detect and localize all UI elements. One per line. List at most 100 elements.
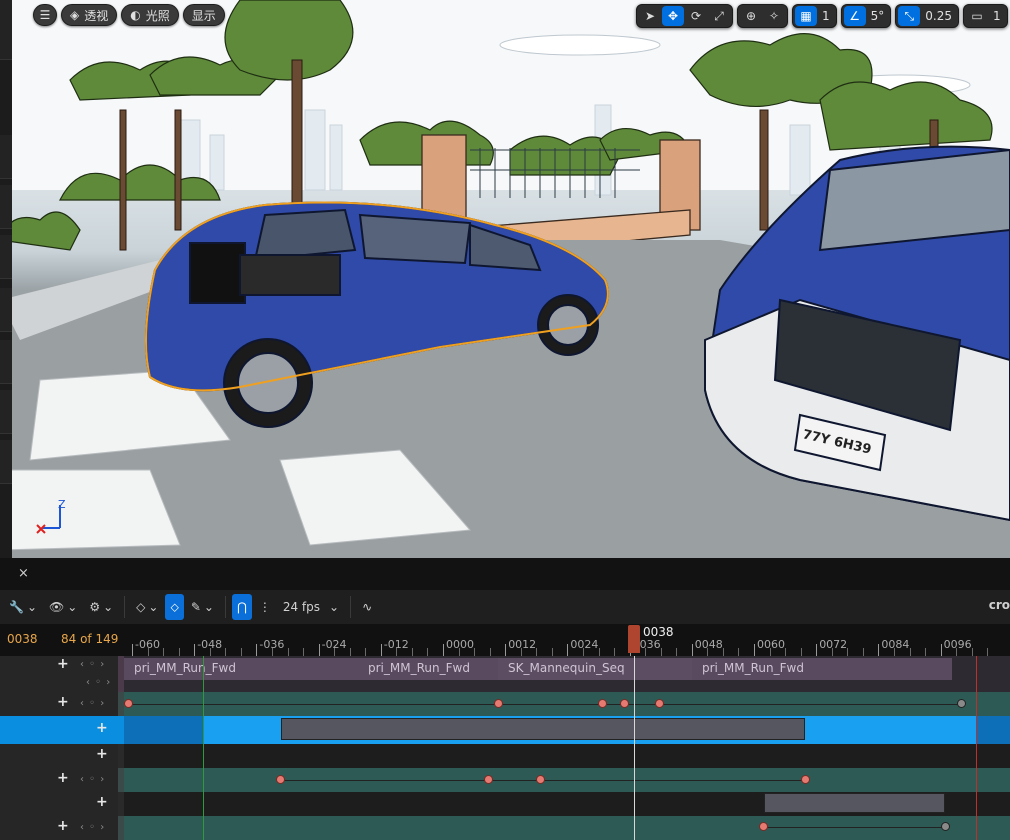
anim-section[interactable]: pri_MM_Run_Fwd (358, 658, 498, 680)
playback-options-button[interactable]: ⚙ ⌄ (84, 594, 118, 620)
keyframe[interactable] (484, 775, 493, 784)
scene-render[interactable]: 77Y 6H39 Z (0, 0, 1010, 558)
rotation-snap-button[interactable]: ∠ (843, 6, 866, 26)
keyframe[interactable] (620, 699, 629, 708)
ruler-minor-tick (551, 648, 553, 656)
key-nav-icon[interactable]: ‹ ◦ › (80, 822, 105, 833)
ruler-major-tick (132, 644, 133, 656)
keyframe[interactable] (941, 822, 950, 831)
select-tool-button[interactable]: ➤ (639, 6, 661, 26)
playback-start-marker[interactable] (203, 656, 204, 840)
crop-label: cro (988, 598, 1010, 612)
edit-mode-button[interactable]: ✎ ⌄ (186, 594, 219, 620)
add-key-icon[interactable]: + (96, 746, 108, 762)
level-viewport[interactable]: 77Y 6H39 Z ☰ ◈ 透视 ◐ 光照 显示 ➤ ✥ ⟳ ⤢ ⊕ ✧ ▦ … (0, 0, 1010, 558)
scale-icon: ⤢ (714, 8, 724, 23)
magnet-icon: ⋂ (236, 600, 247, 614)
camera-speed-value[interactable]: 1 (989, 9, 1005, 23)
ruler-minor-tick (956, 648, 958, 656)
scale-snap-button[interactable]: ⤡ (898, 6, 921, 26)
ruler-minor-tick (707, 648, 709, 656)
ruler-minor-tick (411, 648, 413, 656)
scale-snap-group: ⤡ 0.25 (895, 4, 959, 28)
key-nav-icon[interactable]: ‹ ◦ › (80, 659, 105, 670)
keyframe[interactable] (536, 775, 545, 784)
keyframe[interactable] (598, 699, 607, 708)
svg-text:Z: Z (58, 498, 66, 511)
keyframe[interactable] (655, 699, 664, 708)
keyframe[interactable] (276, 775, 285, 784)
grid-snap-value[interactable]: 1 (818, 9, 834, 23)
transform-track-row[interactable]: + ‹ ◦ › (0, 692, 1010, 716)
add-key-icon[interactable]: + (57, 694, 69, 710)
auto-key-button[interactable]: ⬦ (165, 594, 184, 620)
chevron-down-icon: ⌄ (329, 600, 340, 614)
rotation-snap-value[interactable]: 5° (867, 9, 889, 23)
add-key-icon[interactable]: + (96, 794, 108, 810)
translate-tool-button[interactable]: ✥ (662, 6, 684, 26)
ruler-minor-tick (536, 648, 538, 656)
pencil-icon: ✎ (190, 600, 201, 614)
fps-dropdown[interactable]: 24 fps ⌄ (278, 594, 344, 620)
track-section-bar[interactable] (281, 718, 805, 740)
show-button[interactable]: 显示 (182, 4, 225, 26)
key-nav-icon[interactable]: ‹ ◦ › (80, 774, 105, 785)
world-local-button[interactable]: ⊕ (740, 6, 762, 26)
keyframe[interactable] (124, 699, 133, 708)
key-options-button[interactable]: ◇ ⌄ (131, 594, 163, 620)
playback-end-marker[interactable] (976, 656, 977, 840)
snap-options-button[interactable]: ⋮ (254, 594, 276, 620)
diamond-icon: ◇ (136, 600, 146, 614)
selected-track-row[interactable]: + (0, 716, 1010, 744)
ruler-major-tick (567, 644, 569, 656)
current-frame-field[interactable]: 0038 (7, 632, 38, 646)
empty-track-row[interactable]: + (0, 744, 1010, 768)
track-section-bar[interactable] (764, 793, 945, 813)
rotation-snap-group: ∠ 5° (840, 4, 892, 28)
add-key-icon[interactable]: + (57, 818, 69, 834)
close-icon[interactable]: × (18, 566, 29, 581)
auto-key-icon: ⬦ (170, 599, 179, 614)
tools-menu-button[interactable]: 🔧 ⌄ (4, 594, 42, 620)
ruler-minor-tick (722, 648, 724, 656)
add-key-icon[interactable]: + (57, 770, 69, 786)
section-track-row[interactable]: + (0, 792, 1010, 816)
camera-speed-button[interactable]: ▭ (966, 6, 988, 26)
ruler-minor-tick (598, 648, 600, 656)
transform-track-row[interactable]: + ‹ ◦ › (0, 768, 1010, 792)
scale-tool-button[interactable]: ⤢ (708, 6, 730, 26)
add-key-icon[interactable]: + (96, 720, 108, 736)
ruler-minor-tick (645, 648, 647, 656)
rotate-tool-button[interactable]: ⟳ (685, 6, 707, 26)
animation-track-row[interactable]: + ‹ ◦ › ‹ ◦ › pri_MM_Run_Fwd pri_MM_Run_… (0, 656, 1010, 692)
gear-icon: ⚙ (89, 600, 101, 614)
perspective-button[interactable]: ◈ 透视 (61, 4, 118, 26)
curve-editor-button[interactable]: ∿ (357, 594, 377, 620)
keyframe[interactable] (957, 699, 966, 708)
keyframe[interactable] (759, 822, 768, 831)
snap-toggle-button[interactable]: ⋂ (231, 594, 252, 620)
playhead-handle[interactable] (628, 625, 640, 653)
key-nav-icon[interactable]: ‹ ◦ › (86, 677, 111, 688)
grid-snap-button[interactable]: ▦ (795, 6, 817, 26)
ruler-minor-tick (769, 648, 771, 656)
keyframe[interactable] (801, 775, 810, 784)
surface-snap-button[interactable]: ✧ (763, 6, 785, 26)
viewport-menu-button[interactable]: ☰ (33, 4, 57, 26)
anim-section[interactable]: SK_Mannequin_Seq (498, 658, 692, 680)
chevron-down-icon: ⌄ (148, 600, 159, 614)
ruler-label: 0060 (757, 638, 785, 651)
key-nav-icon[interactable]: ‹ ◦ › (80, 698, 105, 709)
transform-track-row[interactable]: + ‹ ◦ › (0, 816, 1010, 840)
time-ruler[interactable]: -060 -048 -036 -024 -012 0000 0012 0024 0036 0048… (124, 624, 1010, 656)
scale-snap-value[interactable]: 0.25 (921, 9, 956, 23)
anim-section[interactable]: pri_MM_Run_Fwd (692, 658, 952, 680)
view-options-button[interactable]: 👁 ⌄ (44, 594, 82, 620)
snap-icon: ✧ (768, 9, 780, 23)
ruler-major-tick (443, 644, 444, 656)
add-key-icon[interactable]: + (57, 656, 69, 672)
keyframe[interactable] (494, 699, 503, 708)
lighting-button[interactable]: ◐ 光照 (121, 4, 179, 26)
anim-section[interactable]: pri_MM_Run_Fwd (124, 658, 358, 680)
viewport-toolbar-left: ☰ ◈ 透视 ◐ 光照 显示 (33, 4, 225, 26)
